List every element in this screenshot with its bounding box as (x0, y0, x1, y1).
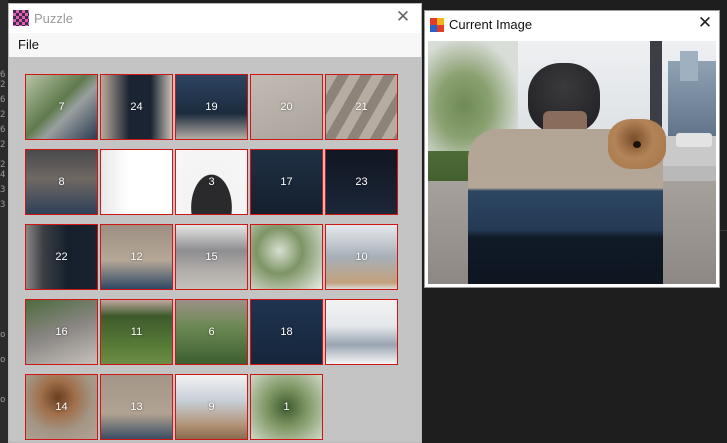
puzzle-tile[interactable]: 9 (175, 374, 248, 440)
puzzle-window-title: Puzzle (34, 11, 74, 26)
current-image-photo (428, 41, 716, 284)
puzzle-tile[interactable] (325, 299, 398, 365)
background-editor-gutter: 6 2 6 2 6 2 2 4 3 3 o o o (0, 0, 8, 443)
background-panel (424, 288, 727, 443)
puzzle-tile[interactable]: 19 (175, 74, 248, 140)
puzzle-tile[interactable]: 8 (25, 149, 98, 215)
puzzle-tile[interactable] (250, 224, 323, 290)
puzzle-tile-number: 20 (280, 101, 293, 113)
puzzle-tile-number: 7 (58, 101, 65, 113)
puzzle-tile-number: 19 (205, 101, 218, 113)
menu-file[interactable]: File (18, 37, 39, 52)
puzzle-tile[interactable]: 3 (175, 149, 248, 215)
puzzle-tile[interactable]: 16 (25, 299, 98, 365)
puzzle-tile[interactable]: 6 (175, 299, 248, 365)
puzzle-tile[interactable] (100, 149, 173, 215)
puzzle-tile-number: 8 (58, 176, 65, 188)
puzzle-tile[interactable]: 23 (325, 149, 398, 215)
puzzle-tile[interactable]: 15 (175, 224, 248, 290)
puzzle-tile[interactable]: 22 (25, 224, 98, 290)
puzzle-tile[interactable]: 10 (325, 224, 398, 290)
puzzle-tile-number: 14 (55, 401, 68, 413)
menu-bar: File (9, 33, 421, 57)
puzzle-tile-number: 13 (130, 401, 143, 413)
close-icon[interactable]: ✕ (695, 14, 715, 34)
image-window-icon (430, 18, 444, 32)
puzzle-tile-number: 11 (130, 326, 143, 338)
puzzle-tile-number: 9 (208, 401, 215, 413)
puzzle-tile[interactable]: 13 (100, 374, 173, 440)
puzzle-board: 7 24 19 20 21 8 3 17 23 22 12 15 10 16 11 6 18 14 13 9 1 (9, 57, 421, 442)
puzzle-tile-number: 17 (280, 176, 293, 188)
puzzle-tile-number: 22 (55, 251, 68, 263)
puzzle-tile-number: 1 (283, 401, 290, 413)
puzzle-tile[interactable]: 7 (25, 74, 98, 140)
puzzle-tile[interactable]: 1 (250, 374, 323, 440)
puzzle-tile[interactable]: 18 (250, 299, 323, 365)
puzzle-tile-number: 10 (355, 251, 368, 263)
puzzle-tile[interactable]: 11 (100, 299, 173, 365)
current-image-window: Current Image ✕ (424, 10, 720, 288)
puzzle-tile-number: 15 (205, 251, 218, 263)
close-icon[interactable]: ✕ (393, 8, 413, 28)
puzzle-tile[interactable]: 12 (100, 224, 173, 290)
puzzle-tile-number: 12 (130, 251, 143, 263)
puzzle-tile[interactable]: 14 (25, 374, 98, 440)
puzzle-tile-number: 24 (130, 101, 143, 113)
puzzle-tile[interactable]: 24 (100, 74, 173, 140)
puzzle-tile-number: 21 (355, 101, 368, 113)
current-image-titlebar[interactable]: Current Image ✕ (425, 11, 719, 38)
puzzle-tile-number: 23 (355, 176, 368, 188)
puzzle-tile-number: 6 (208, 326, 215, 338)
puzzle-window: Puzzle ✕ File 7 24 19 20 21 8 3 17 23 22 12 15 10 16 1… (8, 3, 422, 443)
current-image-title: Current Image (449, 17, 533, 32)
puzzle-tile-number: 16 (55, 326, 68, 338)
puzzle-tile[interactable]: 21 (325, 74, 398, 140)
puzzle-tile-number: 18 (280, 326, 293, 338)
puzzle-app-icon (13, 10, 29, 26)
puzzle-titlebar[interactable]: Puzzle ✕ (9, 4, 421, 33)
puzzle-tile[interactable]: 20 (250, 74, 323, 140)
puzzle-tile[interactable]: 17 (250, 149, 323, 215)
puzzle-tile-number: 3 (208, 176, 215, 188)
